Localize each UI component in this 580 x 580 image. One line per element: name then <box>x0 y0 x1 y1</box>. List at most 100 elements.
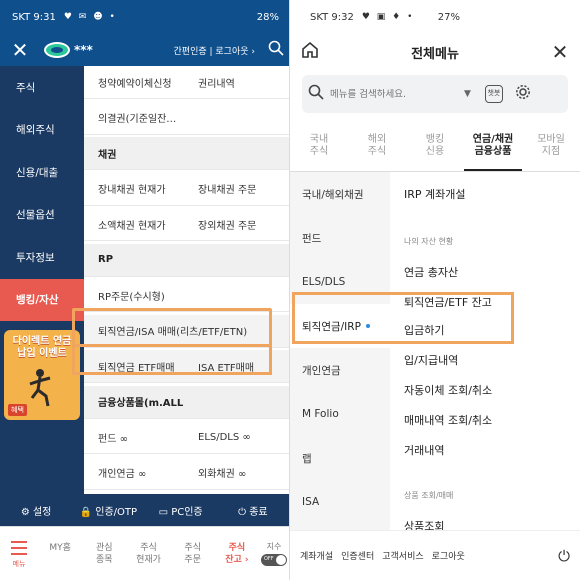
battery-level: 28% <box>256 11 279 23</box>
sub-category-3[interactable]: 퇴직연금/IRP <box>290 304 390 348</box>
footer-link-1[interactable]: 인증센터 <box>341 549 374 562</box>
menu-label: 메뉴 <box>12 559 26 568</box>
tab-item-1[interactable]: 관심 종목 <box>82 542 126 566</box>
submenu-item[interactable]: ISA ETF매매 <box>184 359 284 374</box>
sub-category-label: 랩 <box>302 452 312 465</box>
auth-logout-links[interactable]: 간편인증 | 로그아웃 › <box>174 44 255 57</box>
nav-item-2[interactable]: 신용/대출 <box>0 151 84 194</box>
submenu-item: RP <box>98 254 114 265</box>
sub-category-label: 개인연금 <box>302 364 341 377</box>
submenu-item[interactable]: 의결권(기준일잔… <box>84 110 184 125</box>
tab-item-2[interactable]: 주식 현재가 <box>126 542 170 566</box>
submenu-row: RP주문(수시형) <box>84 279 289 312</box>
promo-banner[interactable]: 다이렉트 연금 납입 이벤트 혜택 <box>4 330 80 420</box>
sub-category-5[interactable]: M Folio <box>290 392 390 436</box>
submenu-row: RP <box>84 243 289 277</box>
tab-item-4[interactable]: 주식 잔고 › <box>215 542 259 566</box>
sub-category-label: 국내/해외채권 <box>302 188 364 201</box>
category-nav: 주식해외주식신용/대출선물옵션투자정보뱅킹/자산금융상품모바일지점 <box>0 66 84 494</box>
nav-item-3[interactable]: 선물옵션 <box>0 194 84 237</box>
category-tab-3[interactable]: 연금/채권 금융상품 <box>464 130 522 171</box>
submenu-item[interactable]: 소액채권 현재가 <box>84 217 184 232</box>
menu-item[interactable]: 퇴직연금/ETF 잔고 <box>404 294 492 310</box>
close-button[interactable]: ✕ <box>0 38 40 62</box>
category-tab-2[interactable]: 뱅킹 신용 <box>406 130 464 171</box>
category-tab-4[interactable]: 모바일 지점 <box>522 130 580 171</box>
menu-item-list: IRP 계좌개설 나의 자산 현황 연금 총자산 퇴직연금/ETF 잔고 입금하기 입/지… <box>292 172 580 533</box>
search-input[interactable] <box>330 88 460 100</box>
dropdown-caret-icon[interactable]: ▼ <box>464 89 471 99</box>
submenu-item[interactable]: 외화채권 ∞ <box>184 465 284 480</box>
menu-item[interactable]: 입금하기 <box>404 322 444 338</box>
menu-item[interactable]: 거래내역 <box>404 442 444 458</box>
submenu-item[interactable]: ELS/DLS ∞ <box>184 432 284 443</box>
submenu-item[interactable]: RP주문(수시형) <box>84 288 184 303</box>
menu-button[interactable]: 메뉴 <box>0 539 38 569</box>
category-tab-1[interactable]: 해외 주식 <box>348 130 406 171</box>
submenu-row: 퇴직연금 ETF매매 ISA ETF매매 <box>84 350 289 383</box>
menu-search: ▼ 챗봇 <box>302 75 568 113</box>
category-tab-0[interactable]: 국내 주식 <box>290 130 348 171</box>
close-button[interactable]: ✕ <box>540 40 580 64</box>
sub-category-0[interactable]: 국내/해외채권 <box>290 172 390 216</box>
nav-item-1[interactable]: 해외주식 <box>0 109 84 152</box>
toggle-label: 지수 <box>266 542 282 551</box>
submenu-item[interactable]: 장내채권 주문 <box>184 181 284 196</box>
settings-bar-item-3[interactable]: ⏻ 종료 <box>217 503 289 518</box>
sub-category-7[interactable]: ISA <box>290 480 390 524</box>
menu-item[interactable]: 자동이체 조회/취소 <box>404 382 492 398</box>
submenu-item[interactable]: 청약예약이체신청 <box>84 75 184 90</box>
submenu-item[interactable]: 펀드 ∞ <box>84 430 184 445</box>
toggle-switch[interactable]: OFF <box>261 554 287 566</box>
status-time: SKT 9:31 <box>12 11 56 23</box>
nav-item-0[interactable]: 주식 <box>0 66 84 109</box>
status-bar: SKT 9:31 ♥ ✉ ☻ • 28% <box>0 0 289 34</box>
sub-category-4[interactable]: 개인연금 <box>290 348 390 392</box>
power-icon[interactable]: ⏻ <box>558 547 570 565</box>
menu-item[interactable]: 매매내역 조회/취소 <box>404 412 492 428</box>
submenu-row: 펀드 ∞ ELS/DLS ∞ <box>84 421 289 454</box>
sub-category-2[interactable]: ELS/DLS <box>290 260 390 304</box>
gear-icon[interactable] <box>515 84 531 104</box>
index-toggle[interactable]: 지수 OFF <box>259 541 289 566</box>
submenu-item[interactable]: 개인연금 ∞ <box>84 465 184 480</box>
status-bar-right: SKT 9:32 ♥ ▣ ♦ • 27% <box>290 0 580 34</box>
nav-item-5[interactable]: 뱅킹/자산 <box>0 278 84 321</box>
menu-item[interactable]: 연금 총자산 <box>404 264 458 280</box>
nav-item-4[interactable]: 투자정보 <box>0 236 84 279</box>
footer-link-3[interactable]: 로그아웃 <box>432 549 465 562</box>
sub-category-label: 퇴직연금/IRP <box>302 320 361 333</box>
submenu-item[interactable]: 권리내역 <box>184 75 284 90</box>
submenu-item[interactable]: 장내채권 현재가 <box>84 181 184 196</box>
footer-link-2[interactable]: 고객서비스 <box>382 549 423 562</box>
menu-item[interactable]: IRP 계좌개설 <box>404 186 466 202</box>
submenu-item[interactable]: 퇴직연금/ISA 매매(리츠/ETF/ETN) <box>84 323 284 338</box>
submenu-item[interactable]: 퇴직연금 ETF매매 <box>84 359 184 374</box>
settings-bar: ⚙ 설정 🔒 인증/OTP ▭ PC인증 ⏻ 종료 <box>0 494 289 526</box>
home-icon[interactable] <box>290 40 330 64</box>
sub-category-label: M Folio <box>302 408 339 420</box>
settings-bar-item-1[interactable]: 🔒 인증/OTP <box>72 503 144 518</box>
sub-category-6[interactable]: 랩 <box>290 436 390 480</box>
settings-bar-item-2[interactable]: ▭ PC인증 <box>145 503 217 518</box>
tab-item-0[interactable]: MY홈 <box>38 542 82 566</box>
right-screen: SKT 9:32 ♥ ▣ ♦ • 27% 전체메뉴 ✕ ▼ 챗봇 국내 주식해외… <box>290 0 580 580</box>
settings-bar-item-0[interactable]: ⚙ 설정 <box>0 503 72 518</box>
full-menu-header: 전체메뉴 ✕ <box>290 34 580 70</box>
menu-header: ✕ *** 간편인증 | 로그아웃 › <box>0 34 289 66</box>
promo-title: 다이렉트 연금 납입 이벤트 <box>12 336 72 359</box>
brand-logo: *** <box>44 42 93 58</box>
search-icon[interactable] <box>263 40 289 60</box>
active-dot-icon <box>365 324 370 328</box>
menu-item[interactable]: 입/지급내역 <box>404 352 458 368</box>
tab-item-3[interactable]: 주식 주문 <box>171 542 215 566</box>
submenu-item: 채권 <box>98 149 117 161</box>
sub-category-1[interactable]: 펀드 <box>290 216 390 260</box>
submenu-row: 개인연금 ∞ 외화채권 ∞ <box>84 457 289 490</box>
footer-link-0[interactable]: 계좌개설 <box>300 549 333 562</box>
left-screen: SKT 9:31 ♥ ✉ ☻ • 28% ✕ *** 간편인증 | 로그아웃 ›… <box>0 0 289 580</box>
submenu-list: 청약예약이체신청 권리내역의결권(기준일잔… 채권장내채권 현재가 장내채권 주문소액… <box>84 66 289 494</box>
chatbot-button[interactable]: 챗봇 <box>484 85 503 103</box>
submenu-item[interactable]: 장외채권 주문 <box>184 217 284 232</box>
section-label: 상품 조회/매매 <box>404 491 454 500</box>
